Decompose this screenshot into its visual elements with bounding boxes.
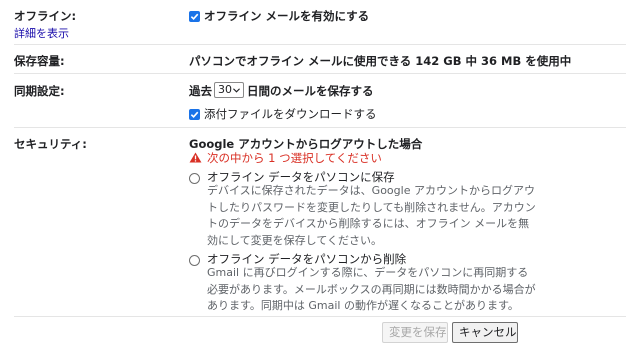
sync-prefix: 過去: [189, 84, 212, 98]
attachments-label: 添付ファイルをダウンロードする: [204, 107, 377, 121]
warning-icon: [189, 152, 202, 163]
sync-label: 同期設定:: [14, 84, 65, 98]
details-link[interactable]: 詳細を表示: [14, 25, 69, 41]
days-select-value: 30: [218, 83, 232, 96]
security-label: セキュリティ:: [14, 137, 87, 151]
days-select[interactable]: 30: [214, 82, 244, 98]
divider: [14, 73, 626, 74]
enable-offline-checkbox[interactable]: [189, 11, 200, 22]
cancel-button[interactable]: キャンセル: [452, 322, 518, 343]
save-changes-button[interactable]: 変更を保存: [382, 322, 448, 343]
storage-label: 保存容量:: [14, 54, 65, 68]
check-icon: [190, 111, 199, 119]
divider: [14, 44, 626, 45]
remove-data-description: Gmail に再びログインする際に、データをパソコンに再同期する必要があります。…: [207, 266, 536, 312]
remove-data-radio[interactable]: [189, 255, 200, 266]
enable-offline-label: オフライン メールを有効にする: [204, 9, 370, 23]
divider: [14, 127, 626, 128]
keep-data-description: デバイスに保存されたデータは、Google アカウントからログアウトしたりパスワ…: [207, 184, 536, 247]
attachments-checkbox[interactable]: [189, 109, 200, 120]
keep-data-radio[interactable]: [189, 173, 200, 184]
chevron-down-icon: [233, 88, 240, 93]
offline-label: オフライン:: [14, 9, 77, 23]
storage-usage-text: パソコンでオフライン メールに使用できる 142 GB 中 36 MB を使用中: [189, 54, 572, 68]
selection-error: 次の中から 1 つ選択してください: [207, 151, 382, 165]
check-icon: [190, 13, 199, 21]
offline-settings-panel: オフライン: 詳細を表示 オフライン メールを有効にする 保存容量: パソコンで…: [0, 0, 640, 357]
divider: [14, 316, 626, 317]
sync-suffix: 日間のメールを保存する: [247, 84, 374, 98]
